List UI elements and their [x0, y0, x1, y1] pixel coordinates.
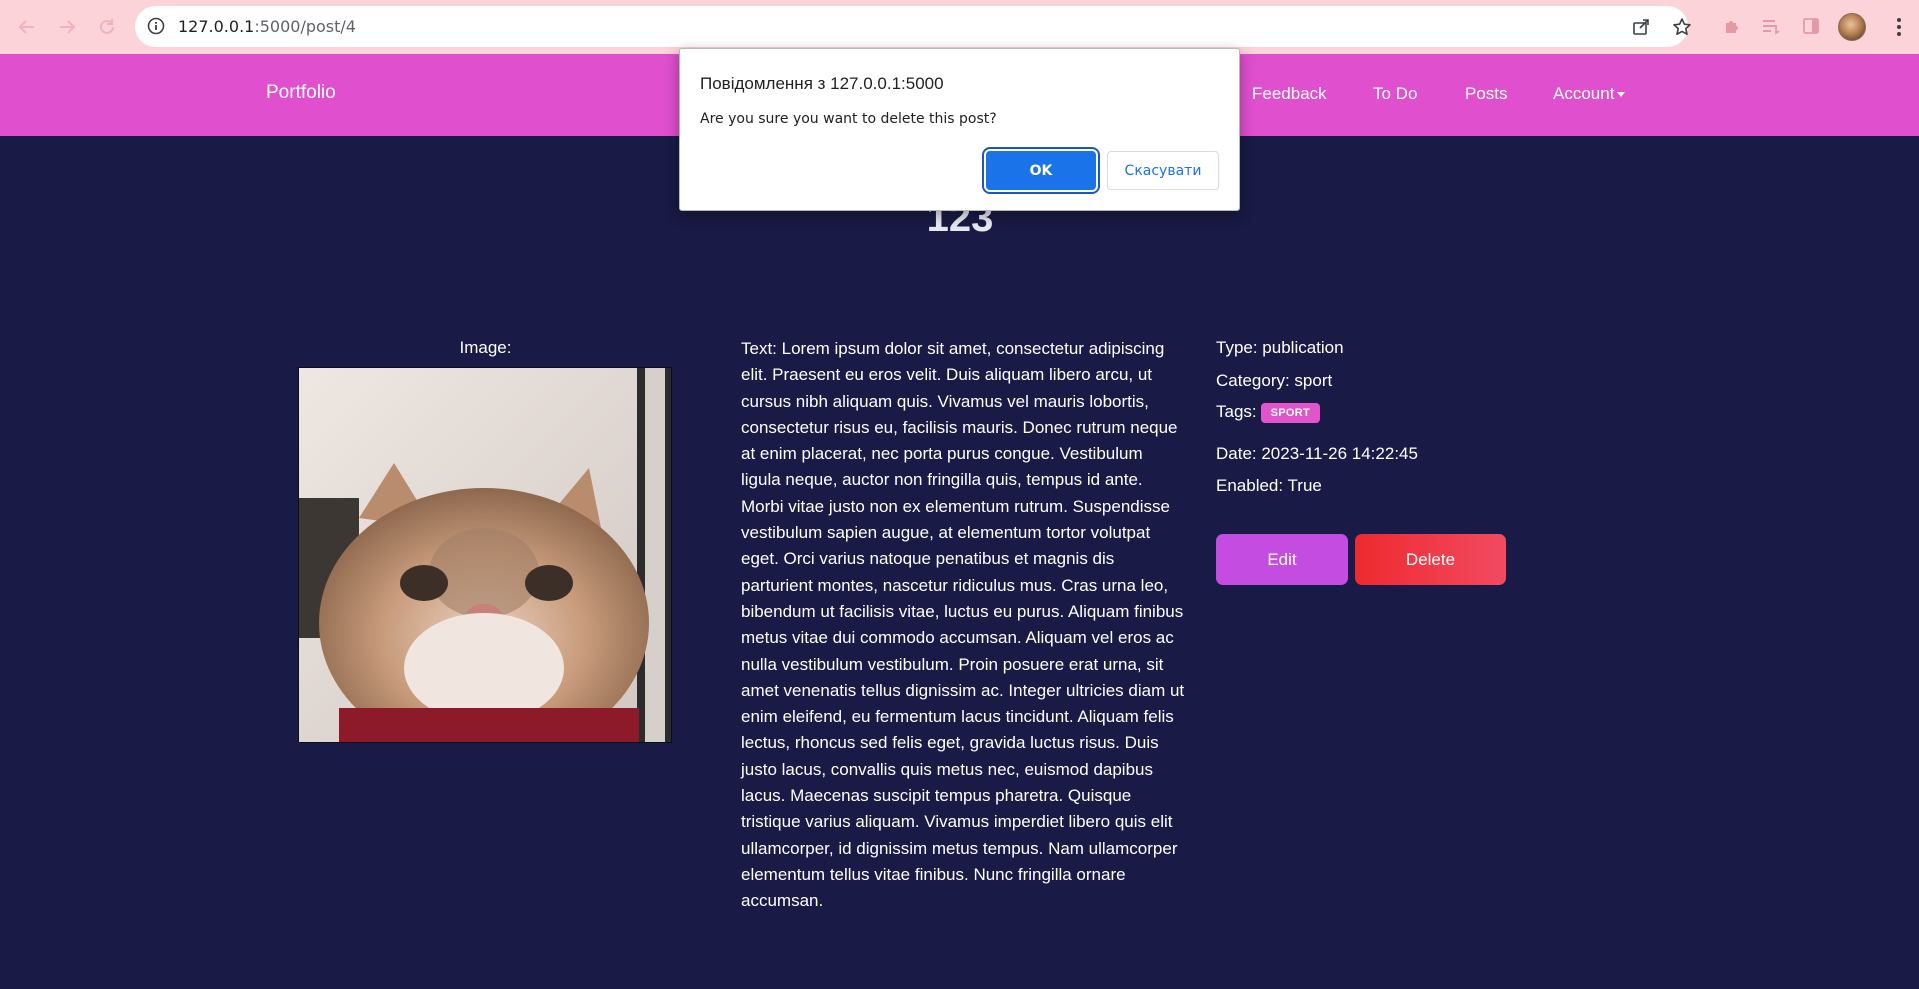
post-date: Date: 2023-11-26 14:22:45	[1216, 444, 1418, 463]
nav-link-feedback[interactable]: Feedback	[1252, 84, 1327, 104]
address-bar[interactable]: 127.0.0.1:5000/post/4	[135, 6, 1691, 47]
dialog-message: Are you sure you want to delete this pos…	[700, 111, 997, 127]
share-icon[interactable]	[1630, 16, 1652, 38]
cancel-button[interactable]: Скасувати	[1107, 151, 1219, 190]
profile-avatar[interactable]	[1838, 13, 1866, 41]
post-type: Type: publication	[1216, 338, 1344, 357]
brand-link[interactable]: Portfolio	[266, 82, 336, 104]
puzzle-icon[interactable]	[1720, 14, 1744, 38]
confirm-dialog: Повідомлення з 127.0.0.1:5000 Are you su…	[679, 48, 1240, 211]
forward-arrow-icon[interactable]	[53, 13, 81, 41]
reading-list-icon[interactable]	[1759, 14, 1783, 38]
post-category: Category: sport	[1216, 371, 1333, 390]
dialog-title: Повідомлення з 127.0.0.1:5000	[700, 74, 944, 93]
browser-toolbar: 127.0.0.1:5000/post/4	[0, 0, 1919, 54]
url-text: 127.0.0.1:5000/post/4	[178, 17, 356, 36]
delete-button[interactable]: Delete	[1355, 534, 1506, 585]
star-icon[interactable]	[1671, 16, 1693, 38]
edit-button[interactable]: Edit	[1216, 534, 1348, 585]
post-image	[298, 367, 672, 743]
caret-down-icon	[1617, 92, 1626, 98]
account-label: Account	[1553, 84, 1615, 103]
image-label: Image:	[459, 338, 512, 357]
url-path: :5000/post/4	[254, 17, 356, 36]
url-host: 127.0.0.1	[178, 17, 255, 36]
post-text: Text: Lorem ipsum dolor sit amet, consec…	[741, 339, 1185, 911]
back-arrow-icon[interactable]	[13, 13, 41, 41]
tags-label: Tags:	[1216, 402, 1257, 421]
nav-link-posts[interactable]: Posts	[1465, 84, 1508, 104]
reload-icon[interactable]	[93, 13, 121, 41]
nav-link-todo[interactable]: To Do	[1373, 84, 1417, 104]
tag-badge[interactable]: SPORT	[1260, 402, 1321, 423]
ok-button[interactable]: OK	[986, 151, 1096, 190]
more-menu-icon[interactable]	[1889, 14, 1909, 40]
nav-account-dropdown[interactable]: Account	[1553, 84, 1626, 104]
post-enabled: Enabled: True	[1216, 476, 1322, 495]
post-tags: Tags: SPORT	[1216, 402, 1321, 423]
info-icon[interactable]	[147, 17, 165, 35]
side-panel-icon[interactable]	[1799, 14, 1823, 38]
